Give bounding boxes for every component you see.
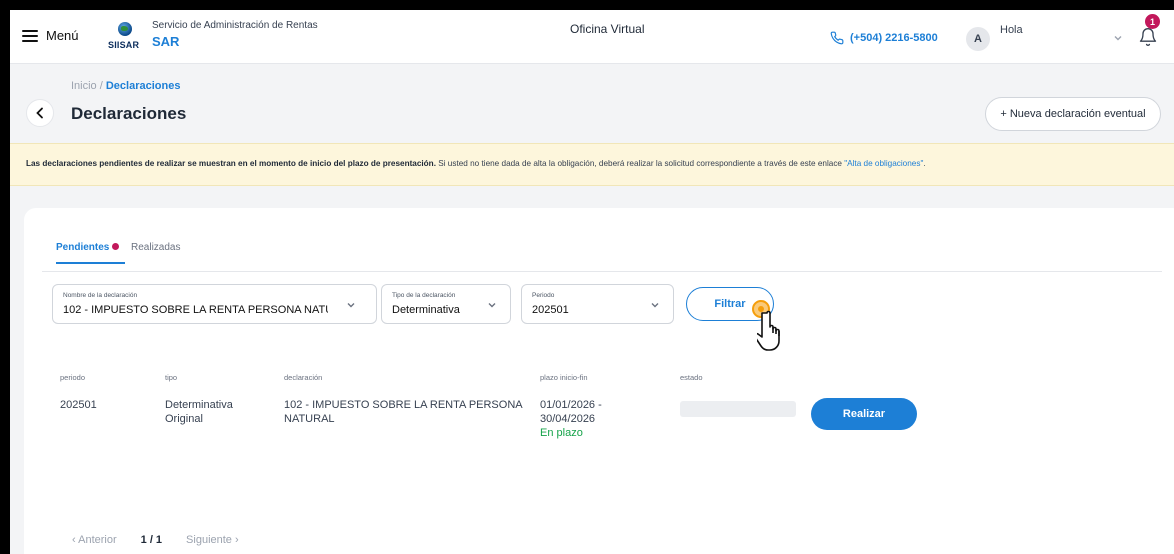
cell-declaracion-line2: NATURAL — [284, 413, 335, 425]
banner-text: Las declaraciones pendientes de realizar… — [26, 159, 926, 168]
cell-declaracion: 102 - IMPUESTO SOBRE LA RENTA PERSONA NA… — [284, 398, 523, 426]
declaration-type-value: Determinativa — [392, 304, 460, 316]
app-window: Menú SIISAR Servicio de Administración d… — [10, 10, 1174, 554]
period-select[interactable]: Periodo 202501 — [521, 284, 674, 324]
prev-page-button[interactable]: ‹ Anterior — [72, 534, 117, 546]
notification-badge: 1 — [1145, 14, 1160, 29]
top-bar: Menú SIISAR Servicio de Administración d… — [10, 10, 1174, 64]
column-header-declaracion: declaración — [284, 373, 323, 382]
cell-tipo: Determinativa Original — [165, 398, 233, 426]
pagination: ‹ Anterior 1 / 1 Siguiente › — [72, 534, 239, 546]
cell-periodo: 202501 — [60, 399, 97, 411]
cell-tipo-line2: Original — [165, 413, 203, 425]
new-eventual-declaration-button[interactable]: + Nueva declaración eventual — [985, 97, 1161, 131]
alta-obligaciones-link[interactable]: "Alta de obligaciones" — [844, 159, 923, 168]
declaration-name-value: 102 - IMPUESTO SOBRE LA RENTA PERSONA NA… — [63, 304, 328, 316]
hamburger-icon — [22, 29, 38, 42]
column-header-estado: estado — [680, 373, 703, 382]
chevron-down-icon — [651, 303, 659, 308]
bell-icon[interactable] — [1138, 26, 1158, 48]
column-header-plazo: plazo inicio-fin — [540, 373, 588, 382]
chevron-down-icon — [347, 303, 355, 308]
cell-tipo-line1: Determinativa — [165, 399, 233, 411]
user-greeting[interactable]: Hola — [1000, 24, 1023, 36]
globe-icon — [118, 22, 132, 36]
cell-estado — [680, 401, 796, 417]
banner-body: Si usted no tiene dada de alta la obliga… — [435, 159, 845, 168]
menu-button[interactable]: Menú — [22, 28, 79, 43]
menu-label: Menú — [46, 28, 79, 43]
info-banner: Las declaraciones pendientes de realizar… — [10, 143, 1174, 186]
breadcrumb-home[interactable]: Inicio — [71, 80, 97, 92]
period-value: 202501 — [532, 304, 569, 316]
declaration-type-select[interactable]: Tipo de la declaración Determinativa — [381, 284, 511, 324]
pending-dot-icon — [112, 243, 120, 250]
cell-plazo: 01/01/2026 - 30/04/2026 En plazo — [540, 398, 602, 440]
cell-plazo-status: En plazo — [540, 427, 583, 439]
phone-link[interactable]: (+504) 2216-5800 — [830, 31, 938, 45]
chevron-down-icon[interactable] — [1112, 32, 1124, 44]
sar-logo[interactable]: SIISAR — [108, 22, 148, 56]
hand-pointer-icon — [757, 310, 780, 351]
cell-declaracion-line1: 102 - IMPUESTO SOBRE LA RENTA PERSONA — [284, 399, 523, 411]
phone-number: (+504) 2216-5800 — [850, 32, 938, 44]
banner-bold: Las declaraciones pendientes de realizar… — [26, 159, 436, 168]
period-label: Periodo — [532, 292, 555, 299]
tab-pending[interactable]: Pendientes — [56, 242, 126, 264]
page-title: Declaraciones — [71, 104, 187, 123]
column-header-tipo: tipo — [165, 373, 178, 382]
org-short-name: SAR — [152, 34, 180, 49]
chevron-left-icon — [36, 107, 43, 119]
next-page-button[interactable]: Siguiente › — [186, 534, 239, 546]
realizar-button[interactable]: Realizar — [811, 398, 917, 430]
declarations-card: Pendientes Realizadas Nombre de la decla… — [24, 208, 1174, 554]
breadcrumb: Inicio / Declaraciones — [71, 80, 180, 92]
breadcrumb-separator: / — [96, 80, 106, 92]
phone-icon — [830, 31, 844, 45]
tab-bar: Pendientes Realizadas — [42, 242, 1162, 272]
banner-end: . — [923, 159, 926, 168]
cell-plazo-end: 30/04/2026 — [540, 413, 596, 425]
chevron-down-icon — [488, 303, 496, 308]
page-indicator: 1 / 1 — [140, 534, 163, 546]
tab-done[interactable]: Realizadas — [131, 242, 180, 262]
column-header-periodo: periodo — [60, 373, 86, 382]
back-button[interactable] — [26, 99, 54, 127]
org-name: Servicio de Administración de Rentas — [152, 20, 318, 31]
declaration-name-label: Nombre de la declaración — [63, 292, 138, 299]
avatar[interactable]: A — [966, 27, 990, 51]
tab-pending-label: Pendientes — [56, 242, 110, 253]
app-title: Oficina Virtual — [570, 22, 645, 36]
breadcrumb-current: Declaraciones — [105, 80, 181, 92]
logo-text: SIISAR — [108, 40, 140, 50]
declaration-name-select[interactable]: Nombre de la declaración 102 - IMPUESTO … — [52, 284, 377, 324]
declaration-type-label: Tipo de la declaración — [392, 292, 456, 299]
cell-plazo-start: 01/01/2026 - — [540, 399, 602, 411]
